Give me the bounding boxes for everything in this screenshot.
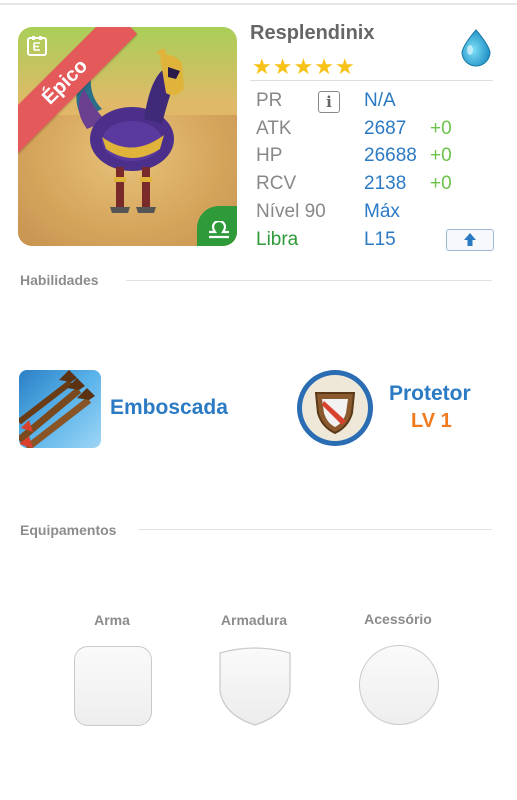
zodiac-level: L15 bbox=[364, 229, 396, 250]
stat-label: PR bbox=[256, 90, 283, 111]
shield-skill-icon[interactable] bbox=[297, 370, 373, 446]
accessory-label: Acessório bbox=[364, 611, 432, 627]
star-rating: ★★★★★ bbox=[252, 54, 356, 80]
armor-slot[interactable] bbox=[216, 645, 294, 727]
level-value: Máx bbox=[364, 201, 400, 222]
water-drop-icon bbox=[461, 29, 491, 67]
shield-graphic bbox=[314, 392, 356, 435]
star-icon: ★ bbox=[272, 54, 293, 79]
stat-value: 2687 bbox=[364, 118, 407, 139]
shield-skill-frame bbox=[302, 375, 368, 441]
leader-skill-level: LV 1 bbox=[411, 410, 452, 432]
skills-divider bbox=[126, 280, 492, 281]
monster-name: Resplendinix bbox=[250, 22, 375, 44]
zodiac-label: Libra bbox=[256, 229, 299, 250]
star-icon: ★ bbox=[252, 54, 272, 79]
star-icon: ★ bbox=[314, 54, 334, 79]
stat-label: ATK bbox=[256, 118, 292, 139]
arrows-skill-icon[interactable] bbox=[19, 370, 101, 448]
card-type-icon bbox=[27, 36, 47, 56]
stat-value: N/A bbox=[364, 90, 396, 111]
stat-value: 2138 bbox=[364, 173, 407, 194]
weapon-slot[interactable] bbox=[74, 646, 152, 726]
name-divider bbox=[250, 80, 493, 81]
stat-bonus: +0 bbox=[430, 118, 452, 139]
info-icon[interactable]: i bbox=[318, 91, 340, 113]
equipment-section-title: Equipamentos bbox=[20, 522, 117, 538]
monster-portrait[interactable]: Épico bbox=[18, 27, 237, 246]
stat-bonus: +0 bbox=[430, 173, 452, 194]
leader-skill-name[interactable]: Protetor bbox=[389, 382, 471, 406]
libra-symbol-icon bbox=[209, 221, 229, 239]
skills-section-title: Habilidades bbox=[20, 272, 99, 288]
stat-value: 26688 bbox=[364, 145, 417, 166]
stat-bonus: +0 bbox=[430, 145, 452, 166]
weapon-label: Arma bbox=[94, 612, 130, 628]
star-icon: ★ bbox=[334, 54, 355, 79]
accessory-slot[interactable] bbox=[359, 645, 439, 725]
star-icon: ★ bbox=[293, 54, 314, 79]
stat-label: RCV bbox=[256, 173, 297, 194]
arrow-up-icon bbox=[464, 233, 476, 246]
zodiac-badge bbox=[197, 206, 237, 246]
active-skill-name[interactable]: Emboscada bbox=[110, 396, 228, 420]
level-label: Nível 90 bbox=[256, 201, 326, 222]
armor-label: Armadura bbox=[220, 612, 288, 628]
arrows-graphic bbox=[19, 370, 95, 448]
stat-label: HP bbox=[256, 145, 283, 166]
equipment-divider bbox=[138, 529, 492, 530]
upgrade-button[interactable] bbox=[446, 229, 494, 251]
top-divider bbox=[0, 3, 517, 5]
